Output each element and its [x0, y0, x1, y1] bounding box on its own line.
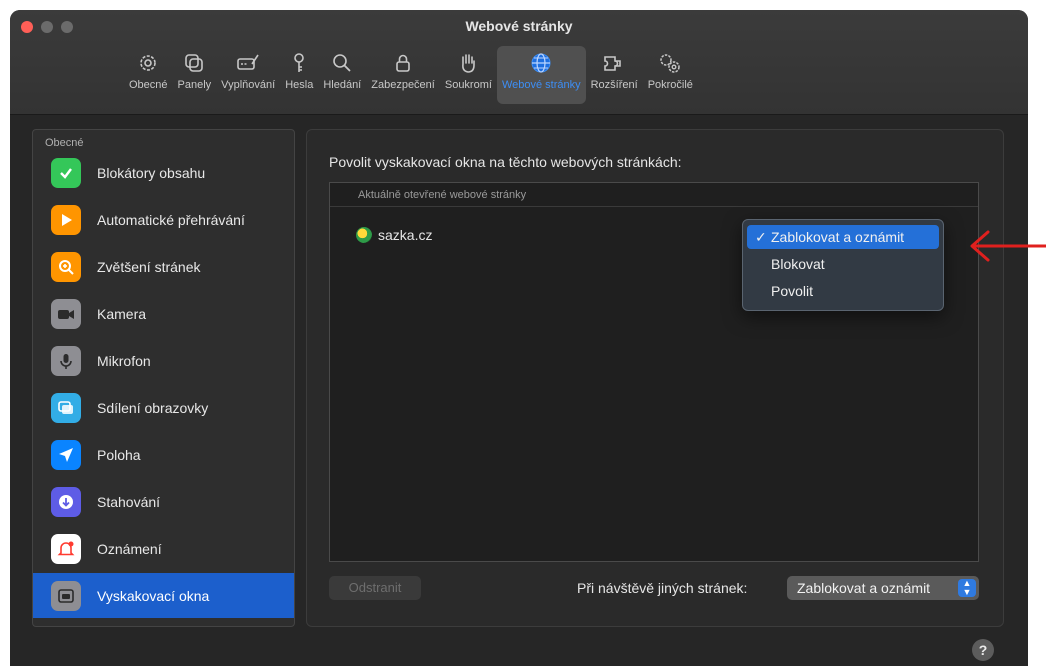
tab-advanced[interactable]: Pokročilé [643, 46, 698, 104]
sidebar-item-label: Poloha [97, 446, 141, 463]
sidebar-item-label: Stahování [97, 493, 161, 510]
sidebar-item-label: Vyskakovací okna [97, 587, 210, 604]
tab-security[interactable]: Zabezpečení [366, 46, 440, 104]
websites-list: Aktuálně otevřené webové stránky sazka.c… [329, 182, 979, 562]
window-title: Webové stránky [465, 18, 573, 34]
sidebar-item-label: Sdílení obrazovky [97, 399, 209, 416]
screen-share-icon [51, 392, 81, 423]
sidebar-item-label: Zvětšení stránek [97, 258, 201, 275]
location-arrow-icon [51, 439, 81, 470]
autofill-icon [235, 50, 261, 76]
site-name: sazka.cz [378, 227, 433, 243]
tab-label: Obecné [129, 79, 168, 91]
content-area: Obecné Blokátory obsahu Automatické přeh… [10, 115, 1028, 666]
title-bar: Webové stránky Obecné Panely Vyplňování [10, 10, 1028, 115]
settings-toolbar: Obecné Panely Vyplňování Hesla Hledání Z… [124, 46, 698, 104]
tab-extensions[interactable]: Rozšíření [586, 46, 643, 104]
sidebar-item-location[interactable]: Poloha [33, 432, 294, 477]
key-icon [286, 50, 312, 76]
tab-label: Panely [177, 79, 212, 91]
tabs-icon [181, 50, 207, 76]
sidebar-item-auto-play[interactable]: Automatické přehrávání [33, 197, 294, 242]
tab-search[interactable]: Hledání [318, 46, 366, 104]
sidebar-item-label: Blokátory obsahu [97, 164, 206, 181]
sidebar-item-label: Kamera [97, 305, 147, 322]
sidebar-item-microphone[interactable]: Mikrofon [33, 338, 294, 383]
tab-label: Hesla [285, 79, 314, 91]
dropdown-option-block[interactable]: Blokovat [747, 252, 939, 276]
bell-icon [51, 533, 81, 564]
popup-policy-dropdown-menu: ✓ Zablokovat a oznámit Blokovat Povolit [742, 219, 944, 311]
sidebar-item-camera[interactable]: Kamera [33, 291, 294, 336]
tab-general[interactable]: Obecné [124, 46, 173, 104]
tab-passwords[interactable]: Hesla [280, 46, 318, 104]
remove-button[interactable]: Odstranit [329, 576, 421, 600]
list-section-header: Aktuálně otevřené webové stránky [330, 183, 978, 207]
zoom-icon [51, 251, 81, 282]
option-label: Povolit [771, 283, 814, 299]
sidebar-item-label: Oznámení [97, 540, 162, 557]
sidebar-item-popup-windows[interactable]: Vyskakovací okna [33, 573, 294, 618]
tab-label: Soukromí [444, 79, 492, 91]
tab-label: Hledání [323, 79, 362, 91]
tab-websites[interactable]: Webové stránky [496, 46, 586, 104]
other-sites-select[interactable]: Zablokovat a oznámit ▲ ▼ [787, 576, 979, 600]
tab-privacy[interactable]: Soukromí [440, 46, 497, 104]
option-label: Zablokovat a oznámit [771, 229, 905, 245]
tab-label: Zabezpečení [371, 79, 435, 91]
tab-label: Vyplňování [221, 79, 276, 91]
annotation-arrow-icon [970, 230, 1046, 262]
tab-label: Pokročilé [647, 79, 693, 91]
sidebar-item-screen-sharing[interactable]: Sdílení obrazovky [33, 385, 294, 430]
select-value: Zablokovat a oznámit [797, 580, 931, 596]
sidebar-item-content-blockers[interactable]: Blokátory obsahu [33, 150, 294, 195]
globe-icon [528, 50, 554, 76]
extension-icon [601, 50, 627, 76]
tab-label: Webové stránky [501, 79, 581, 91]
microphone-icon [51, 345, 81, 376]
sidebar-item-notifications[interactable]: Oznámení [33, 526, 294, 571]
dropdown-option-block-and-notify[interactable]: ✓ Zablokovat a oznámit [747, 225, 939, 249]
sidebar-item-page-zoom[interactable]: Zvětšení stránek [33, 244, 294, 289]
sidebar-section-label: Obecné [45, 137, 84, 149]
chevron-updown-icon: ▲ ▼ [958, 579, 976, 597]
lock-icon [390, 50, 416, 76]
sidebar-item-downloads[interactable]: Stahování [33, 479, 294, 524]
checkmark-shield-icon [51, 157, 81, 188]
other-sites-label: Při návštěvě jiných stránek: [577, 580, 748, 596]
play-icon [51, 204, 81, 235]
site-favicon-icon [356, 227, 372, 243]
gear-icon [135, 50, 161, 76]
checkmark-icon: ✓ [755, 229, 767, 245]
websites-sidebar: Obecné Blokátory obsahu Automatické přeh… [32, 129, 295, 627]
popup-settings-panel: Povolit vyskakovací okna na těchto webov… [306, 129, 1004, 627]
sidebar-item-label: Automatické přehrávání [97, 211, 245, 228]
download-icon [51, 486, 81, 517]
hand-icon [455, 50, 481, 76]
search-icon [329, 50, 355, 76]
site-row[interactable]: sazka.cz [356, 227, 432, 243]
tab-tabs[interactable]: Panely [173, 46, 217, 104]
safari-settings-window: Webové stránky Obecné Panely Vyplňování [10, 10, 1028, 666]
dropdown-option-allow[interactable]: Povolit [747, 279, 939, 303]
camera-icon [51, 298, 81, 329]
panel-title: Povolit vyskakovací okna na těchto webov… [329, 154, 682, 170]
option-label: Blokovat [771, 256, 825, 272]
popup-window-icon [51, 580, 81, 611]
advanced-gears-icon [657, 50, 683, 76]
sidebar-item-label: Mikrofon [97, 352, 151, 369]
tab-label: Rozšíření [590, 79, 638, 91]
help-button[interactable]: ? [972, 639, 994, 661]
tab-autofill[interactable]: Vyplňování [216, 46, 280, 104]
